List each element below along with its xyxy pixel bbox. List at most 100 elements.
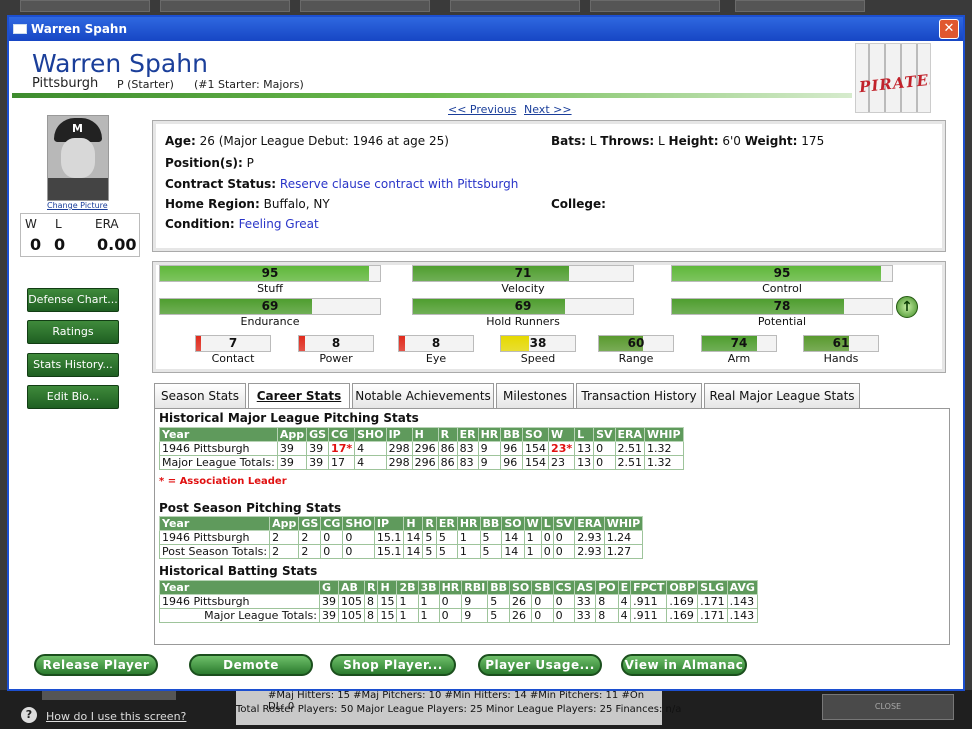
tab-season-stats[interactable]: Season Stats	[154, 383, 246, 409]
tab-career-stats[interactable]: Career Stats	[248, 383, 350, 410]
post-season-title: Post Season Pitching Stats	[159, 501, 342, 515]
bg-tab[interactable]	[20, 0, 150, 12]
tab-milestones[interactable]: Milestones	[496, 383, 574, 409]
table-cell: 15.1	[373, 530, 405, 545]
table-cell: 5	[479, 530, 503, 545]
table-cell: 83	[456, 441, 479, 456]
player-usage-button[interactable]: Player Usage...	[478, 654, 602, 676]
defense-chart-button[interactable]: Defense Chart...	[27, 288, 119, 312]
bg-close-button[interactable]: CLOSE	[822, 694, 954, 720]
table-cell: 5	[435, 544, 458, 559]
table-cell: 1	[396, 608, 419, 623]
table-cell: .171	[697, 594, 728, 609]
help-link[interactable]: How do I use this screen?	[46, 710, 186, 723]
rating-value: 61	[832, 336, 850, 350]
rating-bar: 7	[195, 335, 271, 352]
rating-value: 74	[730, 336, 748, 350]
edit-bio-button[interactable]: Edit Bio...	[27, 385, 119, 409]
rating-value: 8	[331, 336, 341, 350]
column-header: AS	[573, 580, 597, 595]
table-cell: 298	[385, 441, 413, 456]
column-header: HR	[456, 516, 481, 531]
column-header: GS	[298, 516, 322, 531]
rating-value: 38	[529, 336, 547, 350]
rating-bar: 61	[803, 335, 879, 352]
change-picture-link[interactable]: Change Picture	[47, 201, 108, 210]
table-cell: 39	[306, 441, 330, 456]
stats-history-button[interactable]: Stats History...	[27, 353, 119, 377]
bg-bar	[42, 690, 176, 700]
table-cell: 2.93	[574, 530, 605, 545]
rating-label: Speed	[520, 352, 556, 365]
column-header: App	[269, 516, 300, 531]
column-header: SV	[593, 427, 616, 442]
table-cell: 154	[522, 455, 550, 470]
column-header: Year	[158, 516, 271, 531]
rating-bar: 8	[398, 335, 474, 352]
rating-value: 69	[261, 299, 279, 313]
table-cell: 0	[531, 608, 554, 623]
era-value: 0.00	[97, 235, 137, 254]
table-cell: 14	[403, 530, 424, 545]
rating-bar: 95	[159, 265, 381, 282]
table-cell: 0	[552, 594, 575, 609]
demote-button[interactable]: Demote	[189, 654, 313, 676]
column-header: HR	[477, 427, 502, 442]
close-icon[interactable]: ✕	[939, 19, 959, 39]
column-header: R	[422, 516, 437, 531]
column-header: WHIP	[603, 516, 644, 531]
table-cell: 0	[540, 530, 554, 545]
tab-notable-achievements[interactable]: Notable Achievements	[352, 383, 494, 409]
bg-tab[interactable]	[450, 0, 580, 12]
bg-tab[interactable]	[160, 0, 290, 12]
position-field: Position(s): P	[165, 156, 254, 170]
rating-value: 95	[773, 266, 791, 280]
table-cell: 1	[456, 544, 481, 559]
table-cell: 33	[573, 608, 597, 623]
tab-transaction-history[interactable]: Transaction History	[576, 383, 702, 409]
table-header-row: Year App GS CG SHO IP H R ER HR BB SO W L SV ERA WHIP	[159, 427, 684, 442]
table-cell: 0	[593, 455, 616, 470]
help-icon[interactable]: ?	[21, 707, 37, 723]
table-cell: 26	[508, 594, 533, 609]
column-header: OBP	[666, 580, 699, 595]
table-cell: 1	[417, 608, 440, 623]
rating-bar: 60	[598, 335, 674, 352]
bg-tab[interactable]	[300, 0, 430, 12]
rating-label: Velocity	[501, 282, 545, 295]
table-cell: 83	[456, 455, 479, 470]
column-header: 2B	[396, 580, 419, 595]
column-header: FPCT	[630, 580, 668, 595]
table-cell: 1	[456, 530, 481, 545]
previous-link[interactable]: << Previous	[448, 103, 516, 116]
bg-tab[interactable]	[590, 0, 720, 12]
rating-label: Control	[762, 282, 802, 295]
table-cell: 2	[298, 530, 322, 545]
next-link[interactable]: Next >>	[524, 103, 572, 116]
table-cell: .171	[697, 608, 728, 623]
rating-value: 71	[514, 266, 532, 280]
rating-label: Range	[618, 352, 654, 365]
ratings-history-button[interactable]: Ratings History...	[27, 320, 119, 360]
rating-value: 8	[431, 336, 441, 350]
table-cell: 15	[377, 594, 398, 609]
header-divider	[12, 93, 852, 98]
contract-field: Contract Status: Reserve clause contract…	[165, 177, 519, 191]
shop-player-button[interactable]: Shop Player...	[330, 654, 456, 676]
tab-real-major-league-stats[interactable]: Real Major League Stats	[704, 383, 860, 409]
table-cell: 1	[396, 594, 419, 609]
table-cell: 4	[617, 608, 632, 623]
view-in-almanac-button[interactable]: View in Almanac	[621, 654, 747, 676]
rating-bar: 69	[159, 298, 381, 315]
column-header: E	[617, 580, 632, 595]
table-cell: 2.93	[574, 544, 605, 559]
release-player-button[interactable]: Release Player	[34, 654, 158, 676]
table-cell: 0	[320, 530, 344, 545]
table-cell: 298	[385, 455, 413, 470]
column-header: HR	[438, 580, 463, 595]
column-header: W	[523, 516, 542, 531]
table-cell: 17*	[328, 441, 356, 456]
bg-tab[interactable]	[735, 0, 865, 12]
table-cell: 9	[477, 441, 502, 456]
column-header: R	[363, 580, 379, 595]
